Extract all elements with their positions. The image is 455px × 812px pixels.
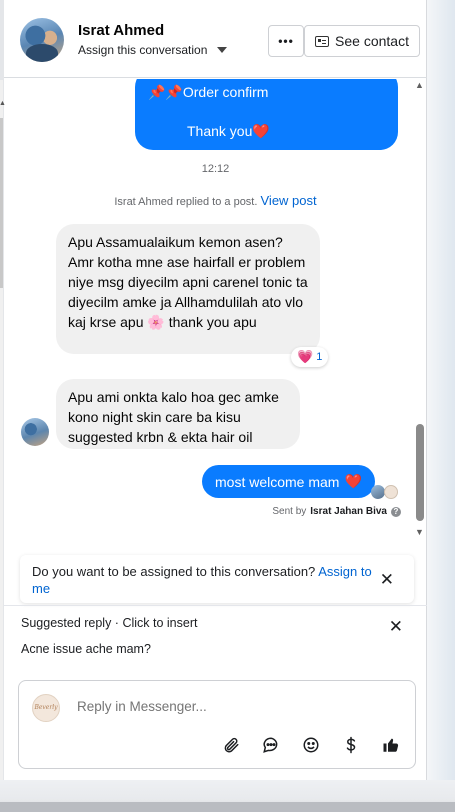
scroll-down-arrow-icon[interactable]: ▼: [415, 527, 424, 537]
scroll-up-arrow-icon[interactable]: ▲: [415, 80, 424, 90]
caret-down-icon: [217, 47, 228, 53]
assign-prompt-banner: Do you want to be assigned to this conve…: [20, 555, 414, 603]
replied-to-post-notice: Israt Ahmed replied to a post. View post: [4, 193, 427, 208]
pink-heart-icon: 💗: [297, 349, 314, 364]
seen-avatar: [371, 485, 385, 499]
saved-reply-icon[interactable]: [261, 735, 281, 755]
reply-input[interactable]: [77, 699, 377, 714]
close-icon[interactable]: ✕: [389, 618, 403, 635]
heart-emoji: ❤️: [344, 473, 362, 489]
sent-by-prefix: Sent by: [272, 506, 307, 517]
payment-icon[interactable]: [341, 735, 361, 755]
page-avatar: Beverly: [32, 694, 60, 722]
message-reaction[interactable]: 💗 1: [291, 347, 329, 367]
outgoing-message[interactable]: 📌📌Order confirm Thank you❤️: [135, 79, 398, 150]
composer-toolbar: [221, 735, 401, 755]
contact-avatar[interactable]: [20, 18, 64, 62]
help-icon[interactable]: ?: [391, 506, 401, 517]
outgoing-message[interactable]: most welcome mam ❤️: [202, 465, 375, 498]
like-icon[interactable]: [381, 735, 401, 755]
window-bottom-edge: [0, 780, 455, 812]
suggested-reply-title: Suggested reply · Click to insert: [21, 616, 198, 630]
message-line: 📌📌Order confirm: [148, 84, 269, 100]
assign-conversation-dropdown[interactable]: Assign this conversation: [78, 43, 228, 57]
sent-by-name: Israt Jahan Biva: [310, 506, 387, 517]
attachment-icon[interactable]: [221, 735, 241, 755]
view-post-link[interactable]: View post: [261, 193, 317, 208]
assign-question: Do you want to be assigned to this conve…: [32, 564, 316, 579]
assign-label: Assign this conversation: [78, 43, 208, 57]
close-icon[interactable]: ✕: [380, 571, 394, 588]
message-line: Thank you❤️: [148, 122, 384, 141]
scroll-up-arrow-icon[interactable]: ▲: [0, 100, 6, 107]
heart-emoji: ❤️: [252, 123, 270, 139]
seen-avatar: [384, 485, 398, 499]
more-options-button[interactable]: •••: [268, 25, 304, 57]
background-area: [427, 0, 455, 812]
see-contact-button[interactable]: See contact: [304, 25, 420, 57]
conversation-header: Israt Ahmed Assign this conversation •••…: [4, 0, 427, 78]
see-contact-label: See contact: [335, 33, 409, 49]
emoji-icon[interactable]: [301, 735, 321, 755]
seen-indicator: [371, 485, 401, 499]
message-text: most welcome mam: [215, 473, 340, 490]
suggested-reply-section: Suggested reply · Click to insert Acne i…: [4, 605, 427, 665]
reaction-count: 1: [316, 351, 323, 363]
incoming-message[interactable]: Apu Assamualaikum kemon asen? Amr kotha …: [56, 224, 320, 354]
sender-avatar: [21, 418, 49, 446]
message-text: Thank you: [187, 123, 253, 139]
incoming-message[interactable]: Apu ami onkta kalo hoa gec amke kono nig…: [56, 379, 300, 449]
message-thread: 📌📌Order confirm Thank you❤️ 12:12 Israt …: [4, 79, 427, 550]
replied-text: Israt Ahmed replied to a post.: [114, 196, 258, 208]
message-timestamp: 12:12: [201, 163, 230, 175]
reply-composer: Beverly: [18, 680, 416, 769]
suggested-reply-item[interactable]: Acne issue ache mam?: [21, 642, 151, 656]
contact-card-icon: [315, 35, 330, 47]
conversation-panel: Israt Ahmed Assign this conversation •••…: [4, 0, 427, 780]
left-scrollbar-thumb[interactable]: [0, 118, 3, 288]
contact-name[interactable]: Israt Ahmed: [78, 22, 164, 39]
message-scrollbar-thumb[interactable]: [416, 424, 424, 521]
more-label: •••: [278, 34, 294, 48]
sent-by-label: Sent by Israt Jahan Biva ?: [272, 506, 401, 517]
